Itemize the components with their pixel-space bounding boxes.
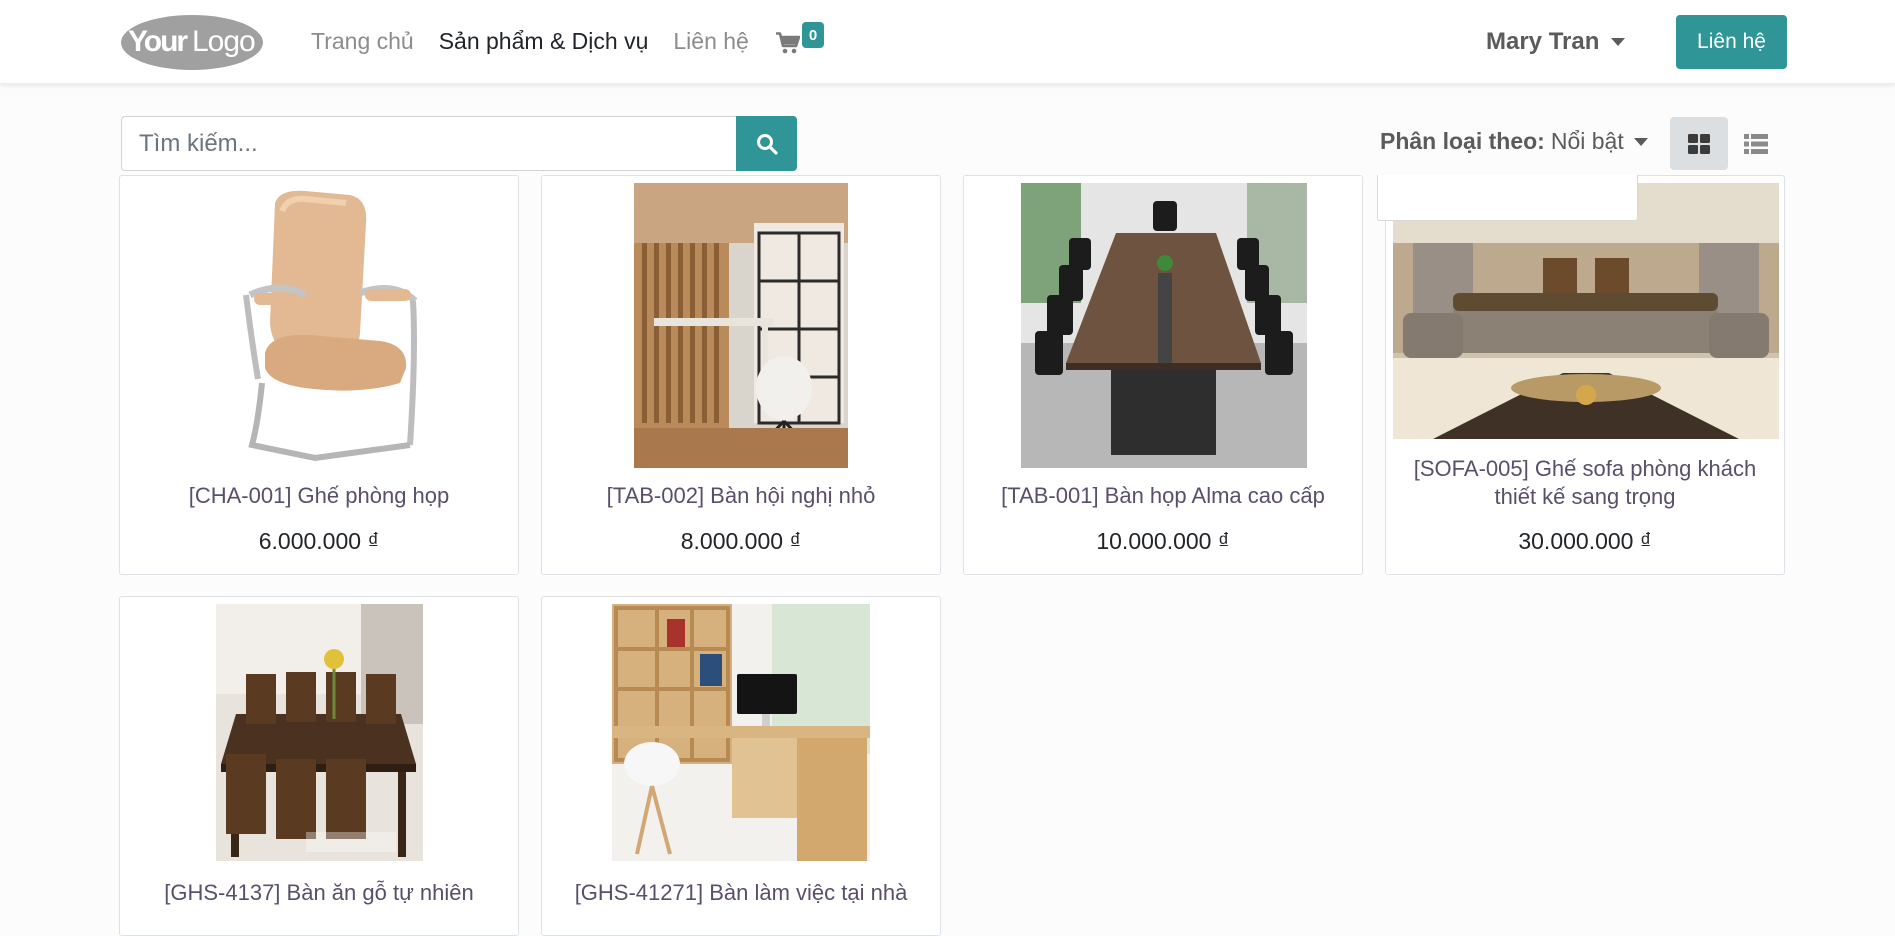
contact-button[interactable]: Liên hệ <box>1676 15 1787 69</box>
study-room-image <box>634 183 848 468</box>
product-title[interactable]: [SOFA-005] Ghế sofa phòng khách thiết kế… <box>1396 455 1774 511</box>
product-title[interactable]: [TAB-002] Bàn hội nghị nhỏ <box>552 482 930 510</box>
list-view-icon <box>1744 133 1768 154</box>
list-view-button[interactable] <box>1727 117 1785 170</box>
nav-products-services[interactable]: Sản phẩm & Dịch vụ <box>439 28 649 55</box>
search-input[interactable] <box>121 116 736 171</box>
product-card[interactable]: [SOFA-005] Ghế sofa phòng khách thiết kế… <box>1385 175 1785 575</box>
product-card[interactable]: [GHS-41271] Bàn làm việc tại nhà <box>541 596 941 936</box>
product-title[interactable]: [GHS-41271] Bàn làm việc tại nhà <box>552 879 930 907</box>
conference-table-image <box>1021 183 1307 468</box>
product-card[interactable]: [GHS-4137] Bàn ăn gỗ tự nhiên <box>119 596 519 936</box>
product-card[interactable]: [TAB-002] Bàn hội nghị nhỏ 8.000.000 ₫ <box>541 175 941 575</box>
product-title[interactable]: [CHA-001] Ghế phòng họp <box>130 482 508 510</box>
grid-view-icon <box>1688 133 1710 154</box>
search-button[interactable] <box>736 116 797 171</box>
caret-down-icon <box>1611 38 1626 46</box>
sort-dropdown[interactable]: Phân loại theo: Nổi bật <box>1380 128 1648 155</box>
product-price: 6.000.000 ₫ <box>258 528 380 554</box>
sort-value: Nổi bật <box>1550 128 1624 154</box>
office-chair-image <box>210 183 430 468</box>
svg-text:Logo: Logo <box>192 25 255 58</box>
product-price: 8.000.000 ₫ <box>680 528 802 554</box>
nav-contact[interactable]: Liên hệ <box>673 28 748 55</box>
caret-down-icon <box>1633 137 1648 146</box>
living-room-sofa-image <box>1393 183 1779 439</box>
search-icon <box>756 133 778 155</box>
user-menu-dropdown[interactable]: Mary Tran <box>1486 28 1626 56</box>
main-nav: Trang chủ Sản phẩm & Dịch vụ Liên hệ <box>311 28 774 55</box>
grid-view-button[interactable] <box>1670 117 1728 170</box>
sort-dropdown-menu <box>1377 175 1638 221</box>
product-search <box>121 116 797 171</box>
home-desk-image <box>612 604 870 861</box>
svg-text:Your: Your <box>128 25 188 58</box>
brand-logo[interactable]: Your Logo <box>120 14 264 71</box>
cart-link[interactable]: 0 <box>774 22 834 62</box>
product-card[interactable]: [CHA-001] Ghế phòng họp 6.000.000 ₫ <box>119 175 519 575</box>
nav-home[interactable]: Trang chủ <box>311 28 414 55</box>
sort-label: Phân loại theo: <box>1380 128 1545 154</box>
product-price: 30.000.000 ₫ <box>1518 528 1652 554</box>
cart-count-badge: 0 <box>802 22 824 48</box>
top-navbar: Your Logo Trang chủ Sản phẩm & Dịch vụ L… <box>0 0 1895 84</box>
product-card[interactable]: [TAB-001] Bàn họp Alma cao cấp 10.000.00… <box>963 175 1363 575</box>
product-title[interactable]: [GHS-4137] Bàn ăn gỗ tự nhiên <box>130 879 508 907</box>
product-price: 10.000.000 ₫ <box>1096 528 1230 554</box>
user-name: Mary Tran <box>1486 28 1600 55</box>
dining-table-image <box>216 604 423 861</box>
shopping-cart-icon <box>776 32 800 54</box>
product-title[interactable]: [TAB-001] Bàn họp Alma cao cấp <box>974 482 1352 510</box>
